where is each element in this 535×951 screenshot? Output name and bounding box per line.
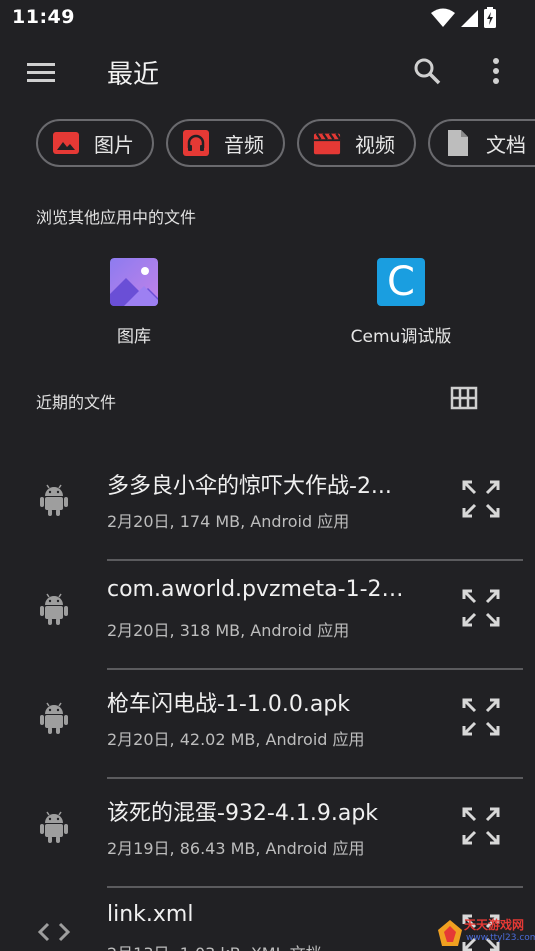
status-time: 11:49 bbox=[12, 6, 75, 28]
clapperboard-icon bbox=[313, 129, 341, 157]
file-name: com.aworld.pvzmeta-1-2.0... bbox=[107, 577, 407, 602]
search-icon bbox=[414, 58, 441, 85]
chip-label: 文档 bbox=[486, 132, 526, 157]
expand-icon bbox=[462, 589, 500, 627]
file-meta: 2月20日, 174 MB, Android 应用 bbox=[107, 512, 350, 531]
chip-label: 视频 bbox=[355, 132, 395, 157]
cemu-glyph: C bbox=[387, 259, 415, 305]
watermark-text: 天天游戏网 bbox=[464, 918, 525, 932]
code-icon bbox=[36, 914, 72, 950]
expand-button[interactable] bbox=[460, 478, 502, 520]
file-row[interactable]: 该死的混蛋-932-4.1.9.apk 2月19日, 86.43 MB, And… bbox=[0, 779, 535, 888]
file-name: 该死的混蛋-932-4.1.9.apk bbox=[107, 801, 379, 826]
headphones-icon bbox=[182, 129, 210, 157]
file-row[interactable]: com.aworld.pvzmeta-1-2.0... 2月20日, 318 M… bbox=[0, 561, 535, 670]
document-icon bbox=[444, 129, 472, 157]
chip-documents[interactable]: 文档 bbox=[428, 119, 535, 167]
file-name: 枪车闪电战-1-1.0.0.apk bbox=[107, 692, 351, 717]
expand-icon bbox=[462, 807, 500, 845]
hamburger-icon bbox=[27, 63, 55, 82]
grid-view-button[interactable] bbox=[450, 386, 478, 412]
android-icon bbox=[36, 482, 72, 518]
cemu-icon: C bbox=[377, 258, 425, 306]
file-meta: 2月19日, 86.43 MB, Android 应用 bbox=[107, 839, 365, 858]
android-icon bbox=[36, 591, 72, 627]
app-gallery[interactable]: 图库 bbox=[34, 258, 234, 347]
search-button[interactable] bbox=[410, 54, 444, 88]
android-icon bbox=[36, 809, 72, 845]
file-row[interactable]: 多多良小伞的惊吓大作战-2... 2月20日, 174 MB, Android … bbox=[0, 452, 535, 561]
file-meta: 2月20日, 42.02 MB, Android 应用 bbox=[107, 730, 365, 749]
more-options-button[interactable] bbox=[482, 54, 510, 88]
chip-label: 图片 bbox=[94, 132, 134, 157]
menu-button[interactable] bbox=[26, 56, 58, 88]
file-row[interactable]: 枪车闪电战-1-1.0.0.apk 2月20日, 42.02 MB, Andro… bbox=[0, 670, 535, 779]
file-name: link.xml bbox=[107, 902, 194, 927]
watermark: 天天游戏网 www.ttyl23.com bbox=[434, 914, 535, 951]
expand-icon bbox=[462, 480, 500, 518]
expand-icon bbox=[462, 698, 500, 736]
category-chips: 图片 音频 视频 文档 bbox=[36, 119, 535, 167]
gallery-icon bbox=[110, 258, 158, 306]
battery-charging-icon bbox=[484, 7, 496, 28]
app-bar: 最近 bbox=[0, 42, 535, 102]
chip-video[interactable]: 视频 bbox=[297, 119, 416, 167]
grid-view-icon bbox=[450, 386, 478, 410]
android-icon bbox=[36, 700, 72, 736]
app-cemu[interactable]: C Cemu调试版 bbox=[301, 258, 501, 347]
app-name: 图库 bbox=[117, 327, 151, 347]
file-meta: 2月20日, 318 MB, Android 应用 bbox=[107, 621, 350, 640]
chip-audio[interactable]: 音频 bbox=[166, 119, 285, 167]
chip-label: 音频 bbox=[224, 132, 264, 157]
wifi-icon bbox=[431, 8, 455, 27]
more-vert-icon bbox=[493, 58, 499, 84]
expand-button[interactable] bbox=[460, 805, 502, 847]
page-title: 最近 bbox=[107, 60, 160, 90]
file-meta: 2月13日, 1.03 kB, XML 文档 bbox=[107, 940, 322, 951]
status-bar: 11:49 bbox=[0, 0, 535, 38]
expand-button[interactable] bbox=[460, 696, 502, 738]
watermark-logo-icon bbox=[438, 920, 462, 946]
watermark-url: www.ttyl23.com bbox=[466, 933, 535, 943]
other-apps-heading: 浏览其他应用中的文件 bbox=[36, 208, 197, 227]
recent-files-heading: 近期的文件 bbox=[36, 393, 117, 412]
signal-icon bbox=[461, 10, 478, 27]
expand-button[interactable] bbox=[460, 587, 502, 629]
chip-images[interactable]: 图片 bbox=[36, 119, 154, 167]
image-icon bbox=[52, 129, 80, 157]
status-icons bbox=[431, 7, 497, 29]
file-name: 多多良小伞的惊吓大作战-2... bbox=[107, 474, 392, 499]
app-name: Cemu调试版 bbox=[350, 327, 452, 347]
